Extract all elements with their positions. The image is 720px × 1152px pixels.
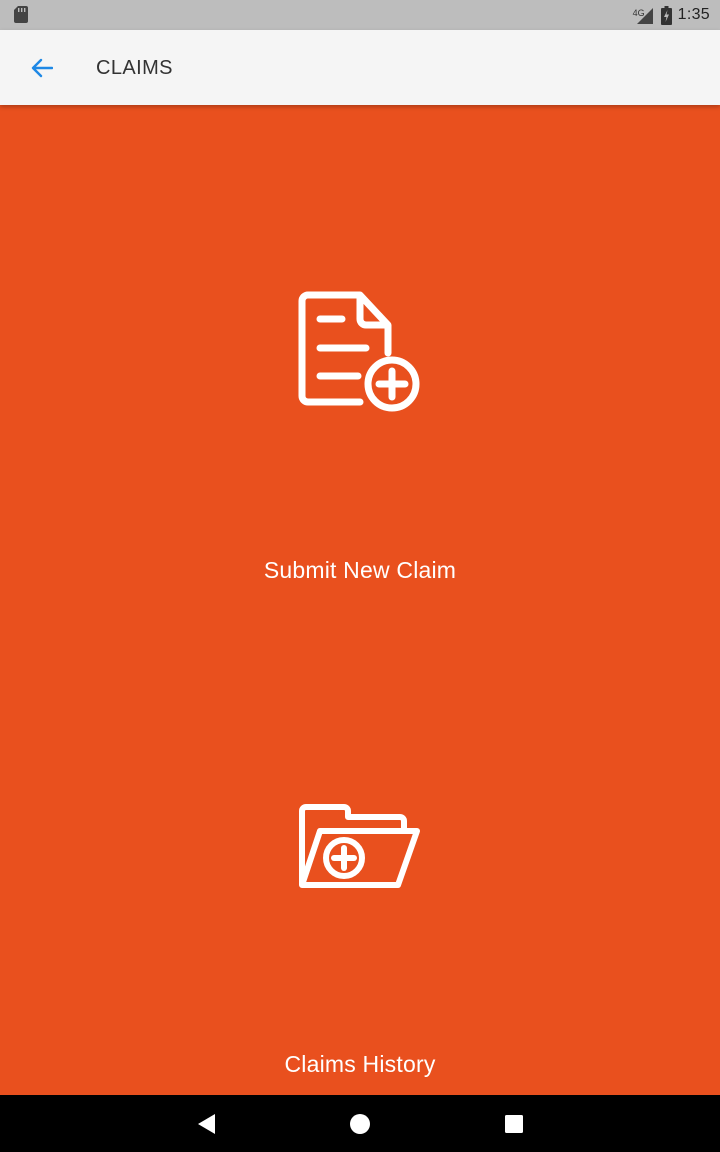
nav-home-icon [350,1113,370,1134]
folder-add-icon [299,804,420,888]
app-bar: CLAIMS [0,30,720,105]
arrow-back-icon [31,58,53,78]
system-nav-bar [0,1095,720,1152]
submit-new-claim-label: Submit New Claim [263,557,457,583]
nav-recents-button[interactable] [484,1095,544,1152]
nav-home-button[interactable] [330,1095,390,1152]
status-time: 1:35 [677,6,710,23]
sd-card-icon [14,6,28,23]
status-bar: 4G 1:35 [0,0,720,30]
back-button[interactable] [22,50,62,86]
page-title: CLAIMS [96,57,173,79]
nav-back-icon [198,1113,215,1134]
nav-recents-icon [505,1114,523,1133]
claims-screen: 4G 1:35 CLAIMS Submit New Claim Claims H… [0,0,720,1152]
signal-icon: 4G [633,5,655,25]
nav-back-button[interactable] [177,1095,237,1152]
claims-history-tile[interactable]: Claims History [0,605,720,1095]
claims-history-label: Claims History [284,1051,436,1077]
document-add-icon [298,291,420,412]
battery-charging-icon [660,5,672,25]
submit-new-claim-tile[interactable]: Submit New Claim [0,105,720,605]
